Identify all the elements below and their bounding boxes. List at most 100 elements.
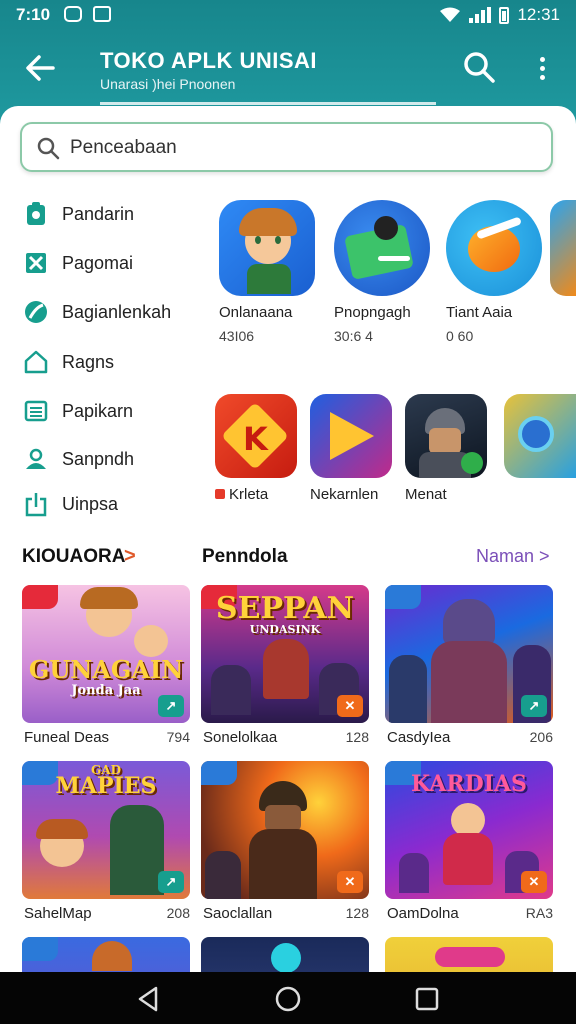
game-thumbnail bbox=[385, 937, 553, 972]
search-icon bbox=[464, 52, 495, 83]
nav-back-icon[interactable] bbox=[134, 984, 164, 1014]
game-card[interactable] bbox=[201, 937, 369, 972]
status-clock: 12:31 bbox=[517, 5, 560, 24]
sidebar-item-label: Papikarn bbox=[62, 400, 134, 421]
list-icon bbox=[22, 397, 50, 425]
nav-recents-icon[interactable] bbox=[412, 984, 442, 1014]
app-size: 43I06 bbox=[219, 328, 255, 344]
sidebar-item-sanpndh[interactable]: Sanpndh bbox=[22, 441, 202, 477]
sidebar-item-pagomai[interactable]: Pagomai bbox=[22, 245, 202, 281]
bookmark-icon bbox=[22, 200, 50, 228]
app-icon bbox=[334, 200, 430, 296]
game-card[interactable]: ↗ CasdyIea 206 bbox=[385, 585, 553, 746]
app-icon bbox=[504, 394, 576, 478]
dot-icon bbox=[539, 56, 545, 62]
sidebar-item-papikarn[interactable]: Papikarn bbox=[22, 393, 202, 429]
section-title: Penndola bbox=[202, 546, 288, 567]
game-count: 794 bbox=[166, 729, 190, 745]
download-badge-icon: ↗ bbox=[158, 695, 184, 717]
app-icon bbox=[310, 394, 392, 478]
section-title-left[interactable]: KIOUAORA bbox=[22, 546, 125, 568]
status-icons: 12:31 bbox=[439, 5, 560, 25]
game-card[interactable]: KARDIAS ✕ OamDolna RA3 bbox=[385, 761, 553, 922]
game-card[interactable]: GUNAGAIN Jonda Jaa ↗ Funeal Deas 794 bbox=[22, 585, 190, 746]
game-count: 208 bbox=[166, 905, 190, 921]
game-thumbnail: KARDIAS ✕ bbox=[385, 761, 553, 899]
sidebar-item-label: Bagianlenkah bbox=[62, 301, 172, 322]
sidebar-item-uinpsa[interactable]: Uinpsa bbox=[22, 486, 202, 522]
app-badge-icon bbox=[215, 489, 225, 499]
chevron-right-icon[interactable]: > bbox=[124, 545, 136, 568]
app-icon bbox=[446, 200, 542, 296]
download-badge-icon: ✕ bbox=[337, 695, 363, 717]
game-thumbnail bbox=[201, 937, 369, 972]
app-name: Tiant Aaia bbox=[446, 304, 513, 321]
app-name: Nekarnlen bbox=[310, 486, 379, 503]
battery-icon bbox=[499, 6, 510, 24]
game-thumbnail: GAD MAPIES ↗ bbox=[22, 761, 190, 899]
sidebar-item-label: Uinpsa bbox=[62, 493, 119, 514]
back-button[interactable] bbox=[20, 50, 60, 86]
download-badge-icon: ↗ bbox=[158, 871, 184, 893]
sidebar-item-bagianlenkah[interactable]: Bagianlenkah bbox=[22, 294, 202, 330]
sidebar-item-label: Sanpndh bbox=[62, 448, 135, 469]
status-time: 7:10 bbox=[16, 5, 51, 24]
app-tile[interactable]: K Krleta bbox=[215, 394, 301, 503]
more-options-button[interactable] bbox=[528, 50, 556, 86]
card-tag-icon bbox=[385, 585, 421, 609]
see-more-link[interactable]: Naman > bbox=[476, 546, 550, 567]
chevron-right-icon: > bbox=[539, 546, 550, 566]
game-count: 128 bbox=[345, 905, 369, 921]
app-icon bbox=[550, 200, 576, 296]
app-icon bbox=[405, 394, 487, 478]
notification-image-icon bbox=[93, 6, 111, 22]
download-badge-icon: ↗ bbox=[521, 695, 547, 717]
sidebar-item-pandarin[interactable]: Pandarin bbox=[22, 196, 202, 232]
home-icon bbox=[22, 348, 50, 376]
signal-icon bbox=[469, 7, 492, 23]
game-art-title: KARDIAS bbox=[411, 771, 527, 797]
app-tile[interactable]: Pnopngagh 30:6 4 bbox=[334, 200, 434, 344]
game-art-subtitle: UNDASINK bbox=[249, 623, 321, 636]
game-thumbnail: GUNAGAIN Jonda Jaa ↗ bbox=[22, 585, 190, 723]
leaf-icon bbox=[22, 298, 50, 326]
person-icon bbox=[22, 445, 50, 473]
search-input[interactable] bbox=[70, 134, 540, 162]
game-count: 206 bbox=[529, 729, 553, 745]
app-tile[interactable]: Ke bbox=[504, 394, 576, 478]
sidebar-item-label: Pandarin bbox=[62, 203, 135, 224]
nav-home-icon[interactable] bbox=[273, 984, 303, 1014]
app-name: Pnopngagh bbox=[334, 304, 411, 321]
game-name: SahelMap bbox=[24, 905, 92, 922]
game-name: OamDolna bbox=[387, 905, 459, 922]
tools-icon bbox=[22, 249, 50, 277]
game-card[interactable] bbox=[22, 937, 190, 972]
app-bar: TOKO APLK UNISAI Unarasi )hei Pnoonen bbox=[0, 36, 576, 106]
game-card[interactable] bbox=[385, 937, 553, 972]
card-tag-icon bbox=[201, 761, 237, 785]
app-tile[interactable]: Tiant Aaia 0 60 bbox=[446, 200, 546, 344]
search-button[interactable] bbox=[462, 50, 498, 86]
title-underline bbox=[100, 102, 436, 105]
notification-app-icon bbox=[64, 6, 82, 22]
app-tile[interactable]: Menat bbox=[405, 394, 491, 503]
app-tile[interactable]: 5 N bbox=[550, 200, 576, 296]
sidebar-item-ragns[interactable]: Ragns bbox=[22, 344, 202, 380]
system-nav-bar bbox=[0, 972, 576, 1024]
download-badge-icon: ✕ bbox=[521, 871, 547, 893]
app-tile[interactable]: Onlanaana 43I06 bbox=[219, 200, 319, 344]
game-card[interactable]: ✕ Saoclallan 128 bbox=[201, 761, 369, 922]
game-thumbnail bbox=[22, 937, 190, 972]
card-tag-icon bbox=[22, 937, 58, 961]
app-size: 30:6 4 bbox=[334, 328, 373, 344]
game-name: CasdyIea bbox=[387, 729, 451, 746]
app-tile[interactable]: Nekarnlen bbox=[310, 394, 396, 503]
game-card[interactable]: GAD MAPIES ↗ SahelMap 208 bbox=[22, 761, 190, 922]
game-card[interactable]: SEPPAN UNDASINK ✕ Sonelolkaa 128 bbox=[201, 585, 369, 746]
game-count: RA3 bbox=[525, 905, 553, 921]
app-name: Onlanaana bbox=[219, 304, 293, 321]
search-box[interactable] bbox=[20, 122, 553, 172]
game-art-title: MAPIES bbox=[55, 773, 157, 799]
game-name: Funeal Deas bbox=[24, 729, 110, 746]
game-art-title: GUNAGAIN bbox=[28, 655, 184, 684]
